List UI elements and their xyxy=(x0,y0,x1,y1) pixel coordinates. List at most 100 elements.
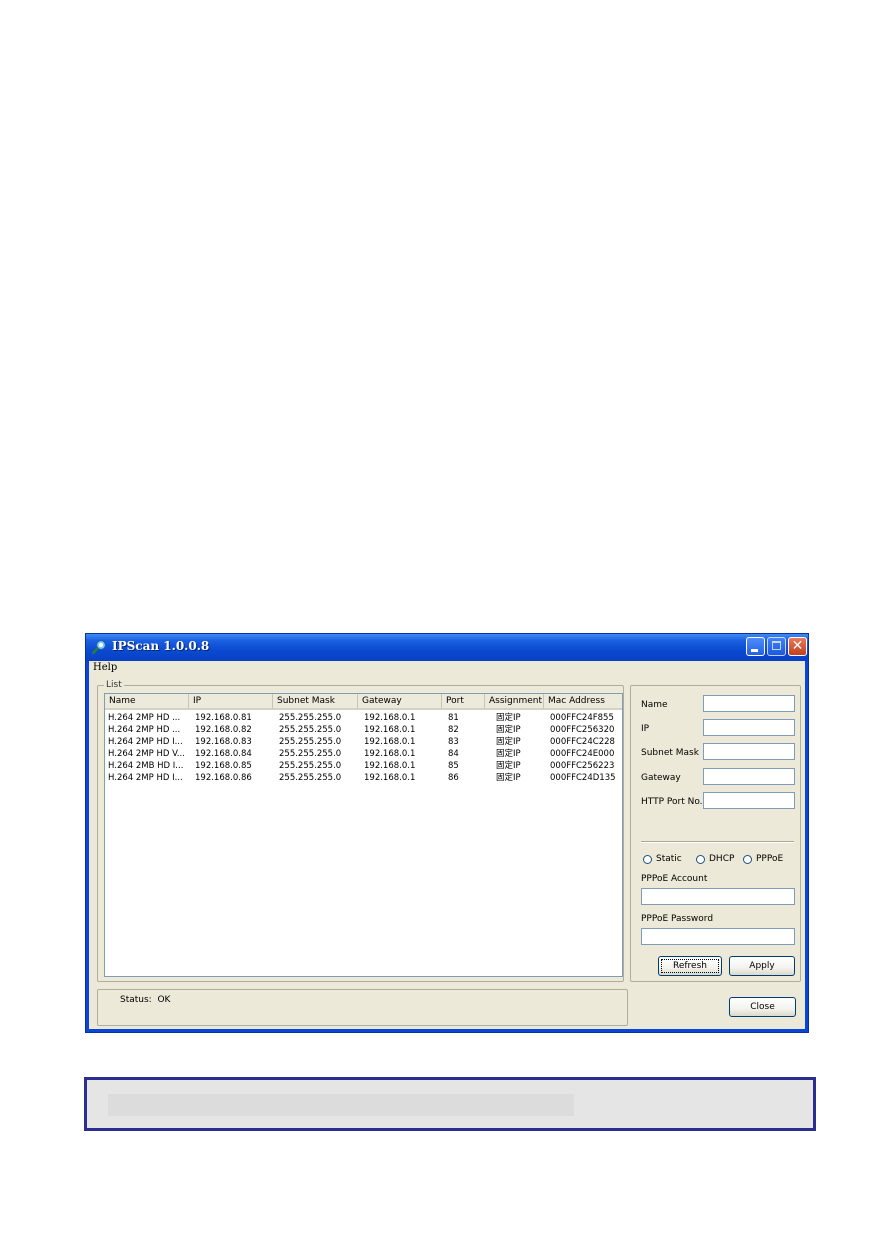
title-bar[interactable]: IPScan 1.0.0.8 ✕ xyxy=(86,634,808,661)
pppoe-radio-label[interactable]: PPPoE xyxy=(756,854,783,864)
cell-ip: 192.168.0.81 xyxy=(195,713,252,723)
cell-subnet-mask: 255.255.255.0 xyxy=(279,749,342,759)
app-icon xyxy=(91,639,107,655)
http-port-label: HTTP Port No. xyxy=(641,797,703,807)
cell-name: H.264 2MP HD I... xyxy=(108,737,183,747)
cell-mac-address: 000FFC24E000 xyxy=(550,749,615,759)
cell-assignment: 固定IP xyxy=(496,761,521,771)
cell-subnet-mask: 255.255.255.0 xyxy=(279,737,342,747)
close-window-button[interactable]: ✕ xyxy=(788,637,807,656)
cell-ip: 192.168.0.85 xyxy=(195,761,252,771)
cell-port: 84 xyxy=(448,749,459,759)
subnet-mask-field[interactable] xyxy=(703,743,795,760)
menu-help[interactable]: Help xyxy=(93,662,117,673)
cell-port: 85 xyxy=(448,761,459,771)
cell-subnet-mask: 255.255.255.0 xyxy=(279,725,342,735)
cell-gateway: 192.168.0.1 xyxy=(364,725,416,735)
table-row[interactable]: H.264 2MP HD I... 192.168.0.86 255.255.2… xyxy=(105,772,622,784)
close-button-label: Close xyxy=(750,1002,775,1012)
window-title: IPScan 1.0.0.8 xyxy=(112,639,210,653)
name-label: Name xyxy=(641,700,668,710)
refresh-button[interactable]: Refresh xyxy=(658,956,722,976)
cell-gateway: 192.168.0.1 xyxy=(364,737,416,747)
window-client-area: Help List Name IP Subnet Mask Gateway Po… xyxy=(89,661,805,1029)
column-header-mac-address[interactable]: Mac Address xyxy=(544,694,622,710)
static-radio-label[interactable]: Static xyxy=(656,854,682,864)
column-header-gateway[interactable]: Gateway xyxy=(358,694,442,710)
subnet-mask-label: Subnet Mask xyxy=(641,748,699,758)
minimize-icon xyxy=(751,649,758,652)
table-row[interactable]: H.264 2MP HD V... 192.168.0.84 255.255.2… xyxy=(105,748,622,760)
pppoe-password-label: PPPoE Password xyxy=(641,914,714,924)
cell-mac-address: 000FFC256320 xyxy=(550,725,615,735)
cell-gateway: 192.168.0.1 xyxy=(364,761,416,771)
list-group: List Name IP Subnet Mask Gateway Port As… xyxy=(97,679,624,982)
pppoe-password-field[interactable] xyxy=(641,928,795,945)
static-radio[interactable] xyxy=(643,855,652,864)
menu-bar: Help xyxy=(89,661,805,677)
status-value: OK xyxy=(157,995,171,1005)
cell-mac-address: 000FFC256223 xyxy=(550,761,615,771)
close-icon: ✕ xyxy=(791,638,804,654)
status-panel: Status: OK xyxy=(97,989,628,1026)
caption-strip xyxy=(108,1094,574,1116)
http-port-field[interactable] xyxy=(703,792,795,809)
cell-assignment: 固定IP xyxy=(496,713,521,723)
cell-gateway: 192.168.0.1 xyxy=(364,773,416,783)
list-header: Name IP Subnet Mask Gateway Port Assignm… xyxy=(105,694,622,710)
column-header-name[interactable]: Name xyxy=(105,694,189,710)
ip-field[interactable] xyxy=(703,719,795,736)
cell-mac-address: 000FFC24D135 xyxy=(550,773,616,783)
cell-port: 83 xyxy=(448,737,459,747)
cell-assignment: 固定IP xyxy=(496,773,521,783)
table-row[interactable]: H.264 2MB HD I... 192.168.0.85 255.255.2… xyxy=(105,760,622,772)
apply-button-label: Apply xyxy=(749,961,775,971)
list-group-label: List xyxy=(104,679,124,691)
cell-assignment: 固定IP xyxy=(496,725,521,735)
pppoe-radio[interactable] xyxy=(743,855,752,864)
refresh-button-label: Refresh xyxy=(673,961,707,971)
caption-box xyxy=(84,1077,816,1131)
cell-name: H.264 2MP HD ... xyxy=(108,713,181,723)
cell-ip: 192.168.0.86 xyxy=(195,773,252,783)
cell-subnet-mask: 255.255.255.0 xyxy=(279,773,342,783)
minimize-button[interactable] xyxy=(746,637,765,656)
cell-ip: 192.168.0.83 xyxy=(195,737,252,747)
maximize-button[interactable] xyxy=(767,637,786,656)
apply-button[interactable]: Apply xyxy=(729,956,795,976)
cell-ip: 192.168.0.84 xyxy=(195,749,252,759)
column-header-port[interactable]: Port xyxy=(442,694,485,710)
close-button[interactable]: Close xyxy=(729,997,796,1017)
table-row[interactable]: H.264 2MP HD ... 192.168.0.82 255.255.25… xyxy=(105,724,622,736)
cell-subnet-mask: 255.255.255.0 xyxy=(279,713,342,723)
separator xyxy=(641,841,794,843)
cell-ip: 192.168.0.82 xyxy=(195,725,252,735)
cell-name: H.264 2MB HD I... xyxy=(108,761,184,771)
gateway-field[interactable] xyxy=(703,768,795,785)
cell-gateway: 192.168.0.1 xyxy=(364,749,416,759)
pppoe-account-field[interactable] xyxy=(641,888,795,905)
dhcp-radio-label[interactable]: DHCP xyxy=(709,854,734,864)
name-field[interactable] xyxy=(703,695,795,712)
maximize-icon xyxy=(772,641,781,650)
table-row[interactable]: H.264 2MP HD ... 192.168.0.81 255.255.25… xyxy=(105,712,622,724)
column-header-subnet-mask[interactable]: Subnet Mask xyxy=(273,694,358,710)
device-list[interactable]: Name IP Subnet Mask Gateway Port Assignm… xyxy=(104,693,623,977)
ipscan-window: IPScan 1.0.0.8 ✕ Help List Name IP Subne… xyxy=(85,633,809,1033)
column-header-ip[interactable]: IP xyxy=(189,694,273,710)
table-row[interactable]: H.264 2MP HD I... 192.168.0.83 255.255.2… xyxy=(105,736,622,748)
cell-gateway: 192.168.0.1 xyxy=(364,713,416,723)
cell-assignment: 固定IP xyxy=(496,749,521,759)
status-label: Status: xyxy=(120,995,152,1005)
gateway-label: Gateway xyxy=(641,773,681,783)
ip-label: IP xyxy=(641,724,650,734)
pppoe-account-label: PPPoE Account xyxy=(641,874,708,884)
status-line: Status: OK xyxy=(120,995,170,1005)
cell-name: H.264 2MP HD I... xyxy=(108,773,183,783)
dhcp-radio[interactable] xyxy=(696,855,705,864)
cell-port: 81 xyxy=(448,713,459,723)
column-header-assignment[interactable]: Assignment xyxy=(485,694,544,710)
settings-panel: Name IP Subnet Mask Gateway HTTP Port No… xyxy=(630,685,801,982)
cell-name: H.264 2MP HD ... xyxy=(108,725,181,735)
cell-assignment: 固定IP xyxy=(496,737,521,747)
